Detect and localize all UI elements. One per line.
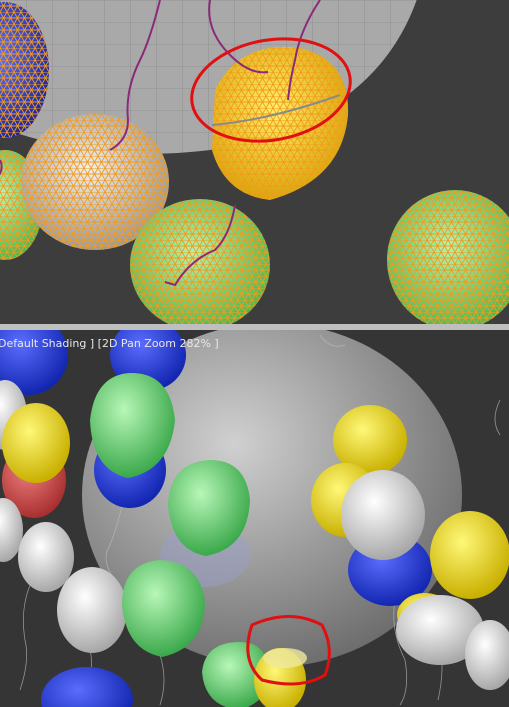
balloon-yellow-wire: [211, 46, 349, 201]
top-viewport[interactable]: [0, 0, 509, 324]
viewport-label-zoom[interactable]: 2D Pan Zoom 282%: [102, 337, 211, 350]
viewport-label-shading[interactable]: Default Shading: [0, 337, 86, 350]
top-viewport-canvas[interactable]: [0, 0, 509, 324]
bottom-viewport-canvas[interactable]: [0, 330, 509, 707]
viewport-label[interactable]: Default Shading ] [2D Pan Zoom 282% ]: [0, 337, 219, 350]
balloon-green-right-wire: [387, 190, 509, 324]
bottom-viewport[interactable]: [0, 330, 509, 707]
